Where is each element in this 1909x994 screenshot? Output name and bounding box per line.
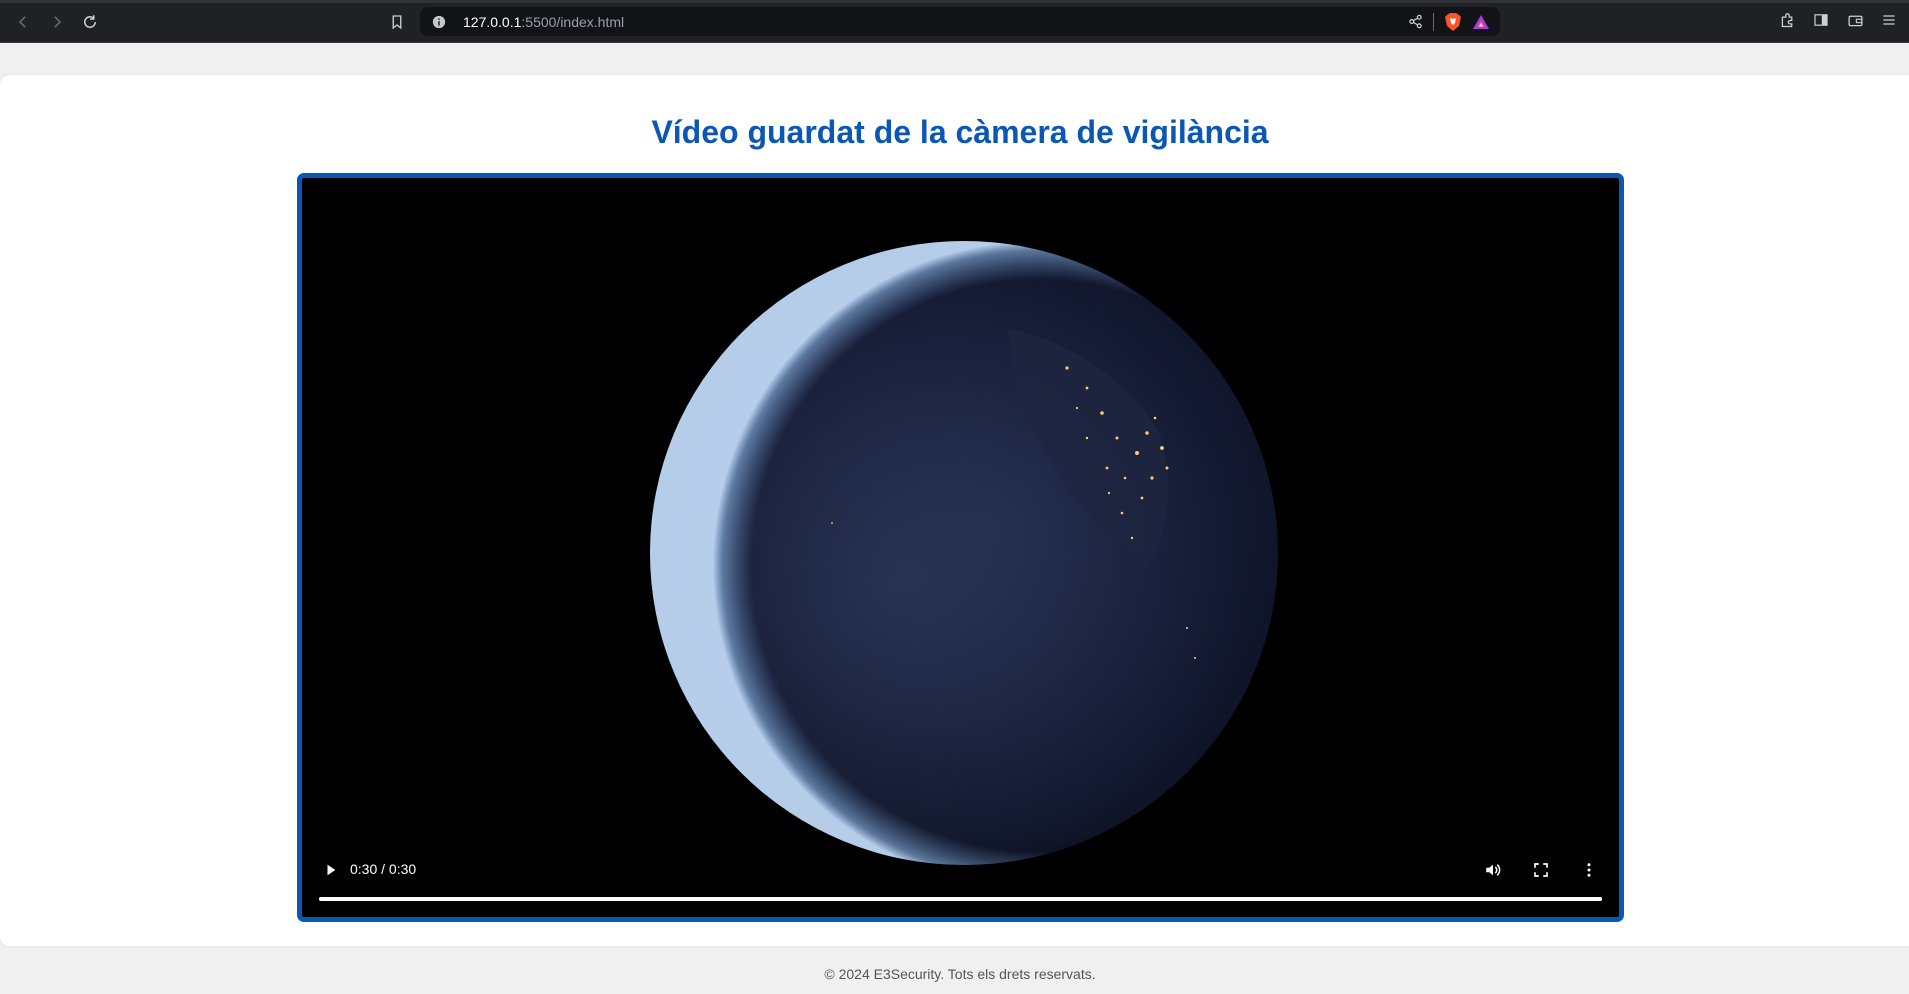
brave-shield-icon[interactable] <box>1444 12 1462 32</box>
back-button[interactable] <box>11 10 35 34</box>
earth-video-frame <box>650 241 1278 865</box>
fullscreen-button[interactable] <box>1529 858 1553 882</box>
footer-copyright: © 2024 E3Security. Tots els drets reserv… <box>824 966 1096 982</box>
video-controls: 0:30 / 0:30 <box>302 847 1619 917</box>
more-options-icon <box>1587 863 1591 877</box>
bookmark-icon <box>392 15 402 30</box>
wallet-icon[interactable] <box>1845 10 1865 30</box>
info-icon[interactable] <box>431 14 447 30</box>
play-button[interactable] <box>320 859 342 881</box>
back-icon <box>18 16 26 28</box>
time-display: 0:30 / 0:30 <box>350 861 417 877</box>
share-icon[interactable] <box>1408 14 1423 29</box>
url-host: 127.0.0.1 <box>463 13 522 30</box>
video-progress-bar[interactable] <box>319 897 1602 901</box>
video-player[interactable]: 0:30 / 0:30 <box>297 173 1624 922</box>
tab-strip <box>0 0 1909 3</box>
volume-icon <box>1486 864 1501 876</box>
url-path: :5500/index.html <box>521 13 625 30</box>
extensions-icon[interactable] <box>1777 10 1797 30</box>
sidebar-icon[interactable] <box>1811 10 1831 30</box>
reload-icon <box>84 15 96 28</box>
play-icon <box>327 864 336 876</box>
forward-icon <box>54 16 62 28</box>
browser-toolbar-right <box>1777 10 1909 34</box>
forward-button[interactable] <box>45 10 69 34</box>
page-title: Vídeo guardat de la càmera de vigilància <box>651 114 1269 150</box>
volume-button[interactable] <box>1481 858 1505 882</box>
url-text[interactable]: 127.0.0.1:5500/index.html <box>463 14 624 30</box>
menu-icon[interactable] <box>1879 10 1899 30</box>
reload-button[interactable] <box>78 10 102 34</box>
browser-toolbar: 127.0.0.1:5500/index.html <box>0 0 1909 43</box>
more-options-button[interactable] <box>1577 858 1601 882</box>
address-bar[interactable]: 127.0.0.1:5500/index.html <box>420 7 1500 36</box>
video-progress-fill <box>319 897 1602 901</box>
bookmark-button[interactable] <box>385 10 409 34</box>
divider <box>1433 12 1434 31</box>
brave-rewards-icon[interactable] <box>1472 14 1490 30</box>
fullscreen-icon <box>1534 863 1548 877</box>
